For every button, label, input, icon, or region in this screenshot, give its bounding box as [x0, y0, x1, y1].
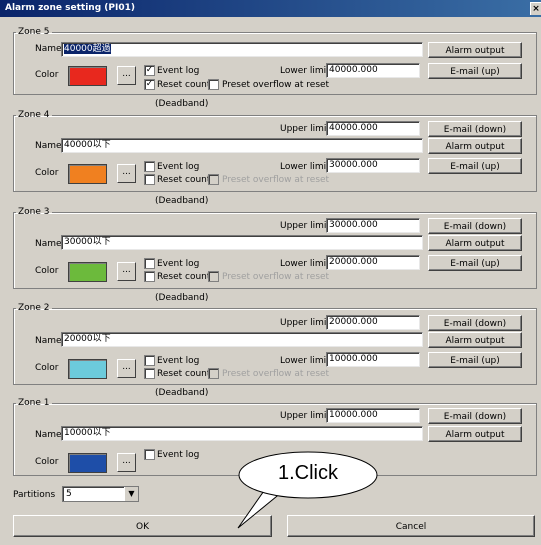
alarm-zone-dialog: Alarm zone setting (PI01) × Zone 5 Name …: [0, 0, 541, 545]
callout-text: 1.Click: [277, 462, 338, 484]
